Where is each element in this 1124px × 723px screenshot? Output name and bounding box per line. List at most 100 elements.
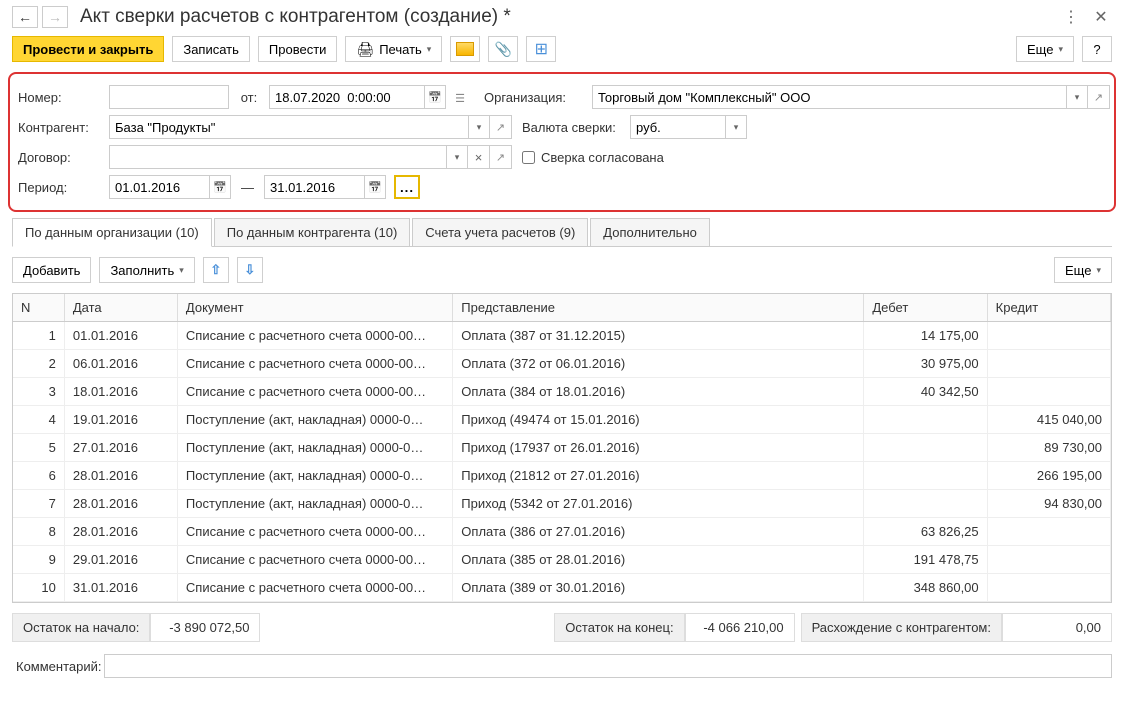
org-open-button[interactable] (1088, 85, 1110, 109)
cell-repr: Оплата (387 от 31.12.2015) (453, 322, 864, 350)
col-repr[interactable]: Представление (453, 294, 864, 322)
table-row[interactable]: 206.01.2016Списание с расчетного счета 0… (13, 350, 1111, 378)
period-from-input[interactable] (109, 175, 209, 199)
col-debit[interactable]: Дебет (864, 294, 987, 322)
table-more-button[interactable]: Еще ▾ (1054, 257, 1112, 283)
back-button[interactable]: ← (12, 6, 38, 28)
save-button[interactable]: Записать (172, 36, 250, 62)
cell-debit: 348 860,00 (864, 574, 987, 602)
table-row[interactable]: 929.01.2016Списание с расчетного счета 0… (13, 546, 1111, 574)
help-button[interactable]: ? (1082, 36, 1112, 62)
date-input[interactable] (269, 85, 424, 109)
list-icon[interactable] (455, 90, 465, 105)
post-and-close-button[interactable]: Провести и закрыть (12, 36, 164, 62)
chevron-down-icon (477, 122, 482, 133)
open-icon (1094, 91, 1103, 104)
tab-org-data[interactable]: По данным организации (10) (12, 218, 212, 247)
end-balance-label: Остаток на конец: (554, 613, 684, 642)
contragent-dropdown-button[interactable] (468, 115, 490, 139)
agreed-label: Сверка согласована (541, 150, 664, 165)
contract-input[interactable] (109, 145, 446, 169)
calendar-button[interactable] (424, 85, 446, 109)
cell-debit (864, 490, 987, 518)
print-button[interactable]: Печать ▾ (345, 36, 442, 62)
cell-n: 10 (13, 574, 64, 602)
cell-repr: Приход (49474 от 15.01.2016) (453, 406, 864, 434)
table-row[interactable]: 828.01.2016Списание с расчетного счета 0… (13, 518, 1111, 546)
close-icon[interactable]: ✕ (1090, 6, 1112, 28)
org-dropdown-button[interactable] (1066, 85, 1088, 109)
more-button[interactable]: Еще ▾ (1016, 36, 1074, 62)
number-label: Номер: (14, 90, 109, 105)
col-n[interactable]: N (13, 294, 64, 322)
contract-label: Договор: (14, 150, 109, 165)
contract-clear-button[interactable] (468, 145, 490, 169)
page-title: Акт сверки расчетов с контрагентом (созд… (80, 6, 1060, 28)
table-row[interactable]: 101.01.2016Списание с расчетного счета 0… (13, 322, 1111, 350)
layout-button[interactable] (526, 36, 556, 62)
col-credit[interactable]: Кредит (987, 294, 1110, 322)
number-input[interactable] (109, 85, 229, 109)
table-row[interactable]: 419.01.2016Поступление (акт, накладная) … (13, 406, 1111, 434)
currency-input[interactable] (630, 115, 725, 139)
contract-open-button[interactable] (490, 145, 512, 169)
move-down-button[interactable]: ⇩ (237, 257, 263, 283)
col-doc[interactable]: Документ (177, 294, 452, 322)
open-icon (496, 121, 505, 134)
tabs: По данным организации (10) По данным кон… (0, 218, 1124, 247)
header-form: Номер: от: Организация: Контрагент: Валю… (8, 72, 1116, 212)
cell-repr: Приход (17937 от 26.01.2016) (453, 434, 864, 462)
from-label: от: (229, 90, 269, 105)
org-label: Организация: (474, 90, 592, 105)
table-row[interactable]: 318.01.2016Списание с расчетного счета 0… (13, 378, 1111, 406)
cell-date: 06.01.2016 (64, 350, 177, 378)
period-choose-button[interactable]: ... (394, 175, 420, 199)
more-menu-icon[interactable]: ⋮ (1060, 6, 1082, 28)
cell-doc: Списание с расчетного счета 0000-00… (177, 378, 452, 406)
forward-button[interactable]: → (42, 6, 68, 28)
close-icon (475, 150, 483, 165)
org-input[interactable] (592, 85, 1066, 109)
tab-additional[interactable]: Дополнительно (590, 218, 710, 247)
move-up-button[interactable]: ⇧ (203, 257, 229, 283)
cell-credit (987, 518, 1110, 546)
contract-dropdown-button[interactable] (446, 145, 468, 169)
col-date[interactable]: Дата (64, 294, 177, 322)
comment-input[interactable] (104, 654, 1112, 678)
agreed-checkbox[interactable] (522, 151, 535, 164)
tab-accounts[interactable]: Счета учета расчетов (9) (412, 218, 588, 247)
period-to-calendar[interactable] (364, 175, 386, 199)
email-button[interactable] (450, 36, 480, 62)
attach-button[interactable] (488, 36, 518, 62)
currency-dropdown-button[interactable] (725, 115, 747, 139)
cell-debit: 40 342,50 (864, 378, 987, 406)
table-row[interactable]: 728.01.2016Поступление (акт, накладная) … (13, 490, 1111, 518)
cell-doc: Поступление (акт, накладная) 0000-0… (177, 406, 452, 434)
chevron-down-icon (455, 152, 460, 163)
cell-doc: Поступление (акт, накладная) 0000-0… (177, 434, 452, 462)
print-label: Печать (379, 42, 422, 57)
period-from-calendar[interactable] (209, 175, 231, 199)
diff-value: 0,00 (1002, 613, 1112, 642)
cell-doc: Списание с расчетного счета 0000-00… (177, 546, 452, 574)
cell-date: 01.01.2016 (64, 322, 177, 350)
currency-label: Валюта сверки: (512, 120, 630, 135)
period-to-input[interactable] (264, 175, 364, 199)
cell-credit (987, 378, 1110, 406)
table-row[interactable]: 527.01.2016Поступление (акт, накладная) … (13, 434, 1111, 462)
cell-credit: 89 730,00 (987, 434, 1110, 462)
cell-n: 3 (13, 378, 64, 406)
cell-repr: Оплата (386 от 27.01.2016) (453, 518, 864, 546)
table-row[interactable]: 628.01.2016Поступление (акт, накладная) … (13, 462, 1111, 490)
contragent-open-button[interactable] (490, 115, 512, 139)
fill-button[interactable]: Заполнить ▾ (99, 257, 194, 283)
email-icon (456, 42, 474, 56)
add-row-button[interactable]: Добавить (12, 257, 91, 283)
contragent-input[interactable] (109, 115, 468, 139)
cell-n: 5 (13, 434, 64, 462)
post-button[interactable]: Провести (258, 36, 338, 62)
cell-credit: 266 195,00 (987, 462, 1110, 490)
table-row[interactable]: 1031.01.2016Списание с расчетного счета … (13, 574, 1111, 602)
cell-debit: 14 175,00 (864, 322, 987, 350)
tab-contragent-data[interactable]: По данным контрагента (10) (214, 218, 411, 247)
